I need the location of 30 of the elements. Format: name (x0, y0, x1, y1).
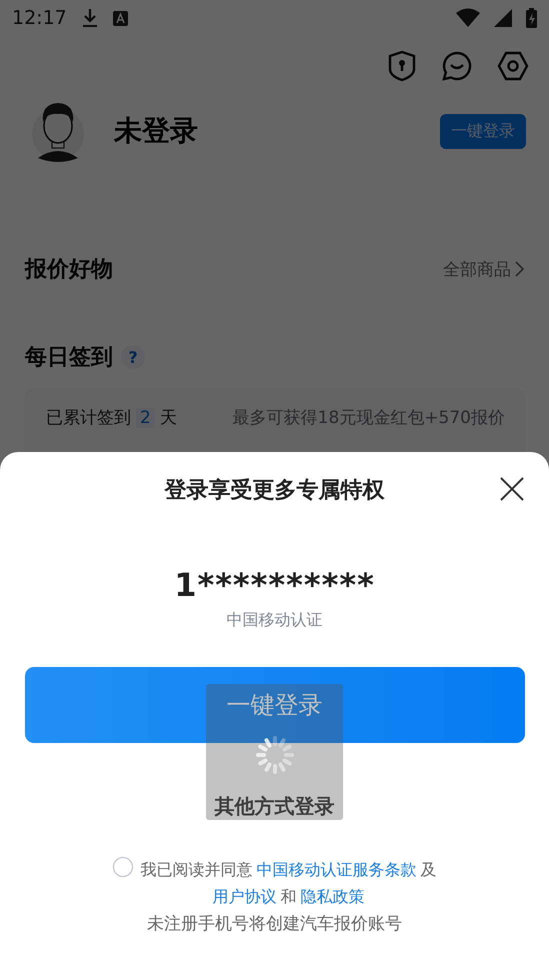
wifi-icon (456, 8, 480, 28)
download-icon (80, 8, 99, 28)
section-title: 报价好物 (25, 256, 113, 284)
all-products-link[interactable]: 全部商品 (443, 258, 525, 280)
chevron-right-icon (515, 261, 525, 277)
agree-checkbox[interactable] (112, 857, 132, 877)
reward-text: 最多可获得18元现金红包+570报价 (232, 407, 505, 429)
status-time: 12:17 (12, 7, 67, 29)
battery-icon (526, 8, 537, 28)
section-title: 每日签到 (25, 344, 113, 372)
checkin-streak: 已累计签到 2 天 (46, 407, 177, 429)
close-button[interactable] (499, 476, 525, 502)
avatar-icon (32, 100, 84, 162)
settings-icon (497, 50, 529, 82)
carrier-label: 中国移动认证 (226, 610, 322, 631)
agreement-link[interactable]: 中国移动认证服务条款 (256, 860, 416, 879)
agreement-link[interactable]: 用户协议 (212, 887, 276, 906)
one-click-login-button[interactable]: 一键登录 (24, 667, 524, 743)
chat-icon (441, 50, 473, 82)
agreement-text: 我已阅读并同意 中国移动认证服务条款 及 用户协议 和 隐私政策 (140, 859, 436, 908)
sheet-title: 登录享受更多专属特权 (164, 477, 384, 505)
agreement-link[interactable]: 隐私政策 (300, 887, 364, 906)
masked-phone-number: 1********** (174, 566, 375, 604)
user-name: 未登录 (114, 113, 198, 149)
signal-icon (494, 9, 512, 27)
help-icon[interactable]: ? (121, 345, 145, 369)
other-login-button[interactable]: 其他方式登录 (214, 793, 334, 820)
shield-lock-icon (387, 50, 417, 82)
loading-spinner-icon (254, 734, 296, 776)
registration-note: 未注册手机号将创建汽车报价账号 (147, 913, 402, 935)
